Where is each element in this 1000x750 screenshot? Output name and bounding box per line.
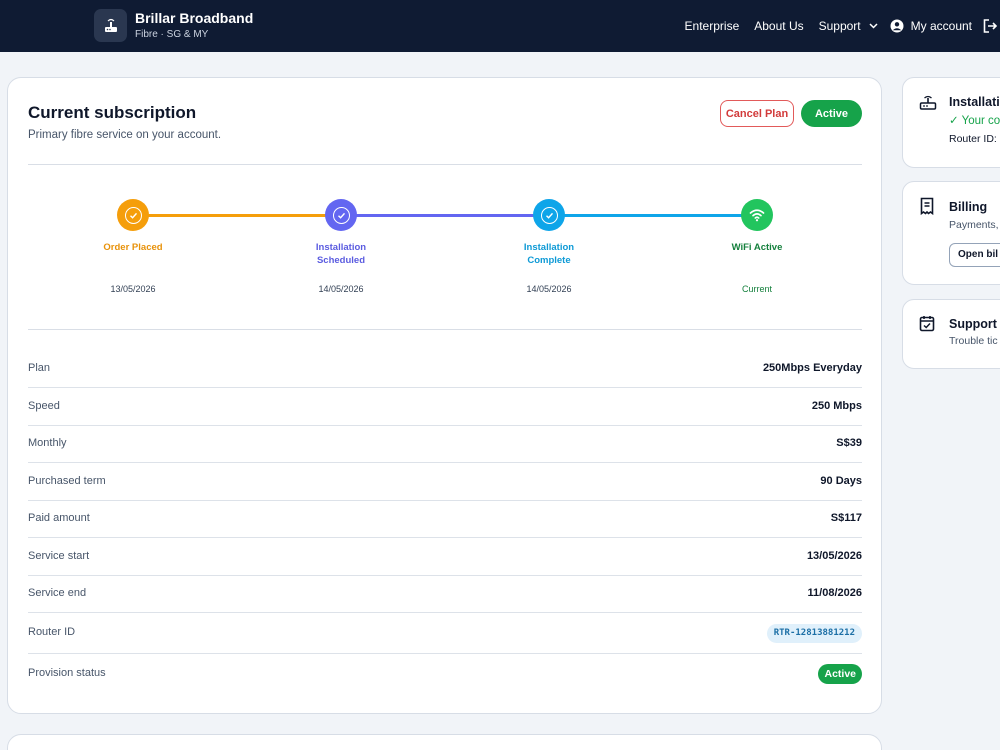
card-subtitle: Primary fibre service on your account. bbox=[28, 129, 222, 141]
detail-label: Plan bbox=[28, 362, 51, 374]
cancel-plan-button[interactable]: Cancel Plan bbox=[720, 100, 794, 127]
step-label: Installation Scheduled bbox=[315, 242, 367, 266]
secondary-card bbox=[7, 734, 882, 750]
wifi-icon bbox=[749, 209, 765, 222]
step-label: Order Placed bbox=[103, 242, 163, 253]
nav-support-dropdown[interactable]: Support bbox=[819, 19, 878, 33]
subscription-status-badge: Active bbox=[801, 100, 862, 127]
detail-value: 90 Days bbox=[820, 475, 862, 487]
card-title: Current subscription bbox=[28, 103, 197, 122]
row-divider bbox=[28, 612, 862, 613]
step-order-placed bbox=[117, 199, 149, 231]
detail-label: Provision status bbox=[28, 667, 106, 679]
subscription-card: Current subscription Primary fibre servi… bbox=[7, 77, 882, 714]
step-label: WiFi Active bbox=[731, 242, 783, 253]
detail-row-router: Router ID RTR-12813881212 bbox=[28, 624, 862, 644]
billing-title: Billing bbox=[949, 200, 988, 214]
brand-name: Brillar Broadband bbox=[135, 10, 254, 26]
brand[interactable]: Brillar Broadband Fibre · SG & MY bbox=[94, 9, 253, 42]
progress-connector bbox=[550, 214, 758, 217]
support-title: Support bbox=[949, 317, 997, 331]
provision-status-badge: Active bbox=[818, 664, 862, 684]
row-divider bbox=[28, 425, 862, 426]
nav-account-link[interactable]: My account bbox=[890, 19, 972, 33]
installation-status-text: ✓ Your co bbox=[949, 115, 1000, 127]
nav-enterprise-link[interactable]: Enterprise bbox=[685, 19, 740, 33]
step-date: Current bbox=[741, 284, 772, 294]
detail-label: Paid amount bbox=[28, 512, 90, 524]
step-date: 14/05/2026 bbox=[526, 284, 572, 294]
row-divider bbox=[28, 575, 862, 576]
check-icon bbox=[332, 206, 350, 224]
detail-value: 13/05/2026 bbox=[806, 550, 862, 562]
logout-icon[interactable] bbox=[982, 16, 1000, 36]
support-description: Trouble tic bbox=[949, 335, 998, 347]
installation-card: Installati ✓ Your co Router ID: bbox=[902, 77, 1000, 168]
check-icon bbox=[124, 206, 142, 224]
detail-row-provision: Provision status Active bbox=[28, 664, 862, 684]
router-id-chip: RTR-12813881212 bbox=[766, 624, 862, 643]
receipt-icon bbox=[919, 197, 935, 220]
row-divider bbox=[28, 387, 862, 388]
step-date: 13/05/2026 bbox=[110, 284, 156, 294]
row-divider bbox=[28, 653, 862, 654]
support-card: Support Trouble tic bbox=[902, 299, 1000, 369]
nav-support-label: Support bbox=[818, 19, 861, 33]
progress-connector bbox=[134, 214, 342, 217]
detail-value: S$39 bbox=[836, 437, 862, 449]
chevron-down-icon bbox=[869, 23, 878, 29]
nav-account-label: My account bbox=[910, 19, 972, 33]
brand-subtitle: Fibre · SG & MY bbox=[135, 29, 209, 40]
check-icon bbox=[540, 206, 558, 224]
step-label: Installation Complete bbox=[523, 242, 575, 266]
router-icon bbox=[919, 95, 937, 116]
detail-label: Speed bbox=[28, 400, 60, 412]
detail-label: Router ID bbox=[28, 626, 76, 638]
row-divider bbox=[28, 500, 862, 501]
detail-value: 250Mbps Everyday bbox=[762, 362, 862, 374]
step-installation-scheduled bbox=[325, 199, 357, 231]
detail-value: 250 Mbps bbox=[811, 400, 862, 412]
progress-connector bbox=[342, 214, 550, 217]
open-billing-button[interactable]: Open bil bbox=[949, 243, 1000, 267]
detail-label: Service start bbox=[28, 550, 90, 562]
row-divider bbox=[28, 462, 862, 463]
user-circle-icon bbox=[890, 19, 904, 33]
step-date: 14/05/2026 bbox=[318, 284, 364, 294]
billing-card: Billing Payments, Open bil bbox=[902, 181, 1000, 285]
step-wifi-active bbox=[741, 199, 773, 231]
installation-router-text: Router ID: bbox=[949, 133, 997, 145]
billing-description: Payments, bbox=[949, 219, 999, 231]
detail-label: Purchased term bbox=[28, 475, 106, 487]
row-divider bbox=[28, 537, 862, 538]
divider bbox=[28, 164, 862, 165]
calendar-check-icon bbox=[919, 315, 935, 337]
detail-label: Monthly bbox=[28, 437, 67, 449]
detail-value: 11/08/2026 bbox=[807, 587, 862, 599]
installation-title: Installati bbox=[949, 95, 1000, 109]
detail-value: S$117 bbox=[830, 512, 862, 524]
top-navbar: Brillar Broadband Fibre · SG & MY Enterp… bbox=[0, 0, 1000, 52]
main-nav: Enterprise About Us Support My account bbox=[685, 0, 1000, 52]
divider bbox=[28, 329, 862, 330]
nav-about-link[interactable]: About Us bbox=[754, 19, 803, 33]
router-logo-icon bbox=[94, 9, 127, 42]
detail-label: Service end bbox=[28, 587, 87, 599]
step-installation-complete bbox=[533, 199, 565, 231]
